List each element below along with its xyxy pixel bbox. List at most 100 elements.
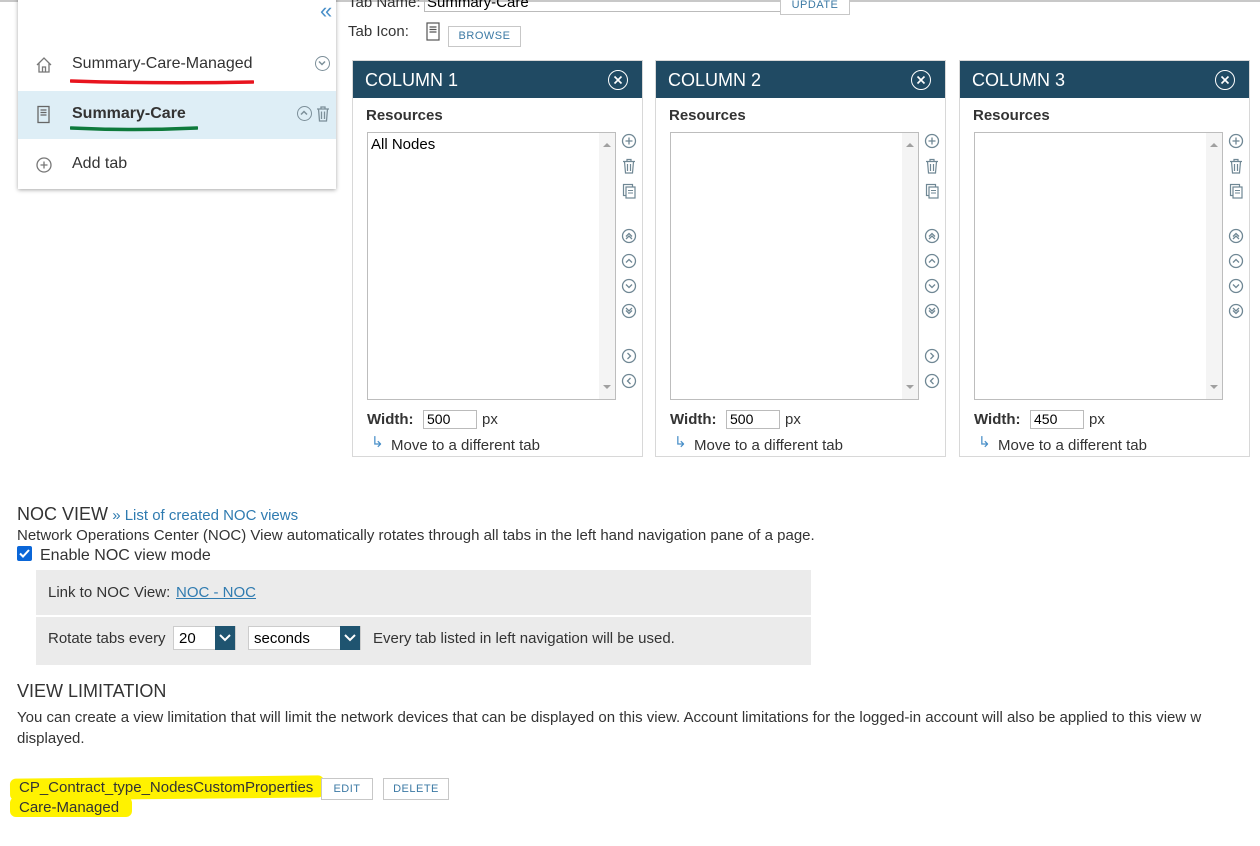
noc-view-heading: NOC VIEW <box>17 504 109 524</box>
remove-column-icon[interactable] <box>911 70 931 90</box>
move-left-icon[interactable] <box>621 373 637 389</box>
move-right-icon[interactable] <box>924 348 940 364</box>
nav-tab-label: Summary-Care-Managed <box>72 55 253 72</box>
move-to-bottom-icon[interactable] <box>924 303 940 319</box>
rotate-unit-select[interactable]: seconds <box>248 626 361 650</box>
rotate-interval-select[interactable]: 20 <box>173 626 236 650</box>
move-to-tab-link[interactable]: Move to a different tab <box>694 437 843 454</box>
rotate-label: Rotate tabs every <box>48 630 166 647</box>
resources-label: Resources <box>669 107 746 124</box>
tab-navigation-panel: « Summary-Care-Managed Summary-Care Add … <box>18 0 336 189</box>
column-1: COLUMN 1 Resources All Nodes Width: 500 … <box>352 60 643 457</box>
add-resource-icon[interactable] <box>924 133 940 149</box>
add-tab-item[interactable]: Add tab <box>18 141 336 189</box>
move-up-icon[interactable] <box>621 253 637 269</box>
delete-button[interactable]: DELETE <box>383 778 449 800</box>
update-button[interactable]: UPDATE <box>780 0 850 15</box>
tab-name-label: Tab Name: <box>348 0 421 11</box>
noc-link-label: Link to NOC View: <box>48 584 171 601</box>
nav-tab-summary-care-managed[interactable]: Summary-Care-Managed <box>18 41 336 89</box>
move-to-tab-link[interactable]: Move to a different tab <box>391 437 540 454</box>
column-2: COLUMN 2 Resources Width: 500 px ↳ Move … <box>655 60 946 457</box>
resource-item[interactable]: All Nodes <box>371 136 435 153</box>
move-down-icon[interactable] <box>621 278 637 294</box>
width-input[interactable]: 500 <box>726 410 780 429</box>
chevron-down-icon <box>215 626 235 650</box>
width-unit: px <box>785 411 801 428</box>
home-icon <box>36 57 52 73</box>
resources-label: Resources <box>973 107 1050 124</box>
copy-resource-icon[interactable] <box>621 183 637 199</box>
remove-column-icon[interactable] <box>1215 70 1235 90</box>
column-header: COLUMN 3 <box>960 61 1249 98</box>
listbox-scrollbar[interactable] <box>599 133 615 399</box>
move-arrow-icon: ↳ <box>674 434 687 451</box>
move-down-icon[interactable] <box>315 56 330 71</box>
remove-column-icon[interactable] <box>608 70 628 90</box>
move-to-top-icon[interactable] <box>621 228 637 244</box>
resources-listbox[interactable] <box>670 132 919 400</box>
delete-resource-icon[interactable] <box>1228 158 1244 174</box>
width-label: Width: <box>367 411 414 428</box>
delete-resource-icon[interactable] <box>621 158 637 174</box>
current-tab-icon <box>426 22 440 41</box>
move-down-icon[interactable] <box>1228 278 1244 294</box>
rotate-unit-value: seconds <box>254 630 310 647</box>
collapse-panel-icon[interactable]: « <box>320 0 332 22</box>
add-resource-icon[interactable] <box>621 133 637 149</box>
delete-tab-icon[interactable] <box>316 106 330 122</box>
width-unit: px <box>482 411 498 428</box>
column-title: COLUMN 1 <box>365 70 459 90</box>
tab-icon-label: Tab Icon: <box>348 23 409 40</box>
noc-view-link[interactable]: NOC - NOC <box>176 584 256 601</box>
document-icon <box>37 105 50 124</box>
noc-view-header: NOC VIEW » List of created NOC views <box>17 504 298 525</box>
view-limitation-description-1: You can create a view limitation that wi… <box>17 709 1202 726</box>
enable-noc-checkbox[interactable] <box>17 546 32 561</box>
tab-name-input[interactable]: Summary-Care <box>424 0 782 12</box>
noc-list-link[interactable]: » List of created NOC views <box>112 507 298 524</box>
view-limitation-heading: VIEW LIMITATION <box>17 681 167 701</box>
noc-link-row: Link to NOC View: NOC - NOC <box>36 570 811 617</box>
width-input[interactable]: 500 <box>423 410 477 429</box>
resources-listbox[interactable] <box>974 132 1223 400</box>
chevron-down-icon <box>340 626 360 650</box>
move-left-icon[interactable] <box>924 373 940 389</box>
move-up-icon[interactable] <box>1228 253 1244 269</box>
limitation-value: Care-Managed <box>19 799 120 816</box>
enable-noc-label: Enable NOC view mode <box>40 547 211 564</box>
green-underline-annotation <box>70 126 198 132</box>
listbox-scrollbar[interactable] <box>902 133 918 399</box>
move-to-tab-link[interactable]: Move to a different tab <box>998 437 1147 454</box>
listbox-scrollbar[interactable] <box>1206 133 1222 399</box>
nav-tab-summary-care[interactable]: Summary-Care <box>18 91 336 139</box>
move-to-bottom-icon[interactable] <box>1228 303 1244 319</box>
column-title: COLUMN 2 <box>668 70 762 90</box>
browse-button[interactable]: BROWSE <box>448 26 521 47</box>
move-arrow-icon: ↳ <box>371 434 384 451</box>
resources-listbox[interactable]: All Nodes <box>367 132 616 400</box>
move-up-icon[interactable] <box>297 106 312 121</box>
move-up-icon[interactable] <box>924 253 940 269</box>
rotate-note: Every tab listed in left navigation will… <box>373 630 675 647</box>
move-down-icon[interactable] <box>924 278 940 294</box>
copy-resource-icon[interactable] <box>1228 183 1244 199</box>
move-right-icon[interactable] <box>621 348 637 364</box>
width-label: Width: <box>670 411 717 428</box>
move-to-top-icon[interactable] <box>924 228 940 244</box>
delete-resource-icon[interactable] <box>924 158 940 174</box>
width-input[interactable]: 450 <box>1030 410 1084 429</box>
add-tab-label: Add tab <box>72 155 128 172</box>
column-header: COLUMN 1 <box>353 61 642 98</box>
edit-button[interactable]: EDIT <box>321 778 373 800</box>
column-header: COLUMN 2 <box>656 61 945 98</box>
limitation-name: CP_Contract_type_NodesCustomProperties <box>19 779 314 796</box>
move-to-top-icon[interactable] <box>1228 228 1244 244</box>
noc-description: Network Operations Center (NOC) View aut… <box>17 527 815 544</box>
add-icon <box>36 157 52 173</box>
add-resource-icon[interactable] <box>1228 133 1244 149</box>
red-underline-annotation <box>70 79 254 85</box>
move-to-bottom-icon[interactable] <box>621 303 637 319</box>
view-limitation-description-2: displayed. <box>17 730 85 747</box>
copy-resource-icon[interactable] <box>924 183 940 199</box>
